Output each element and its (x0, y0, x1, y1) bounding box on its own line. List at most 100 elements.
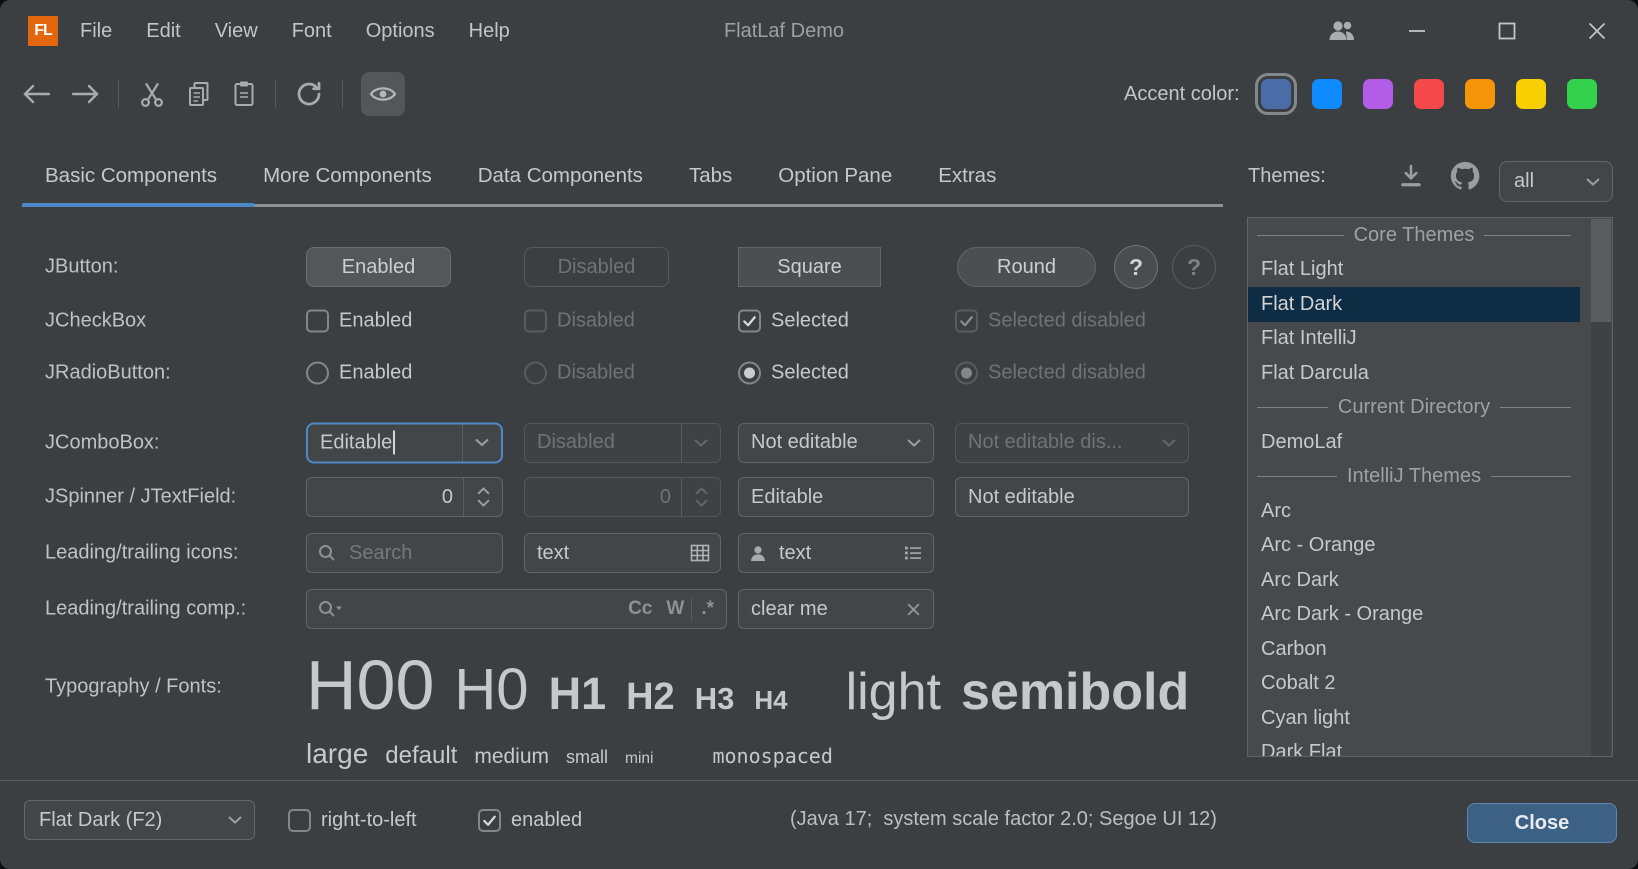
radio-circle (306, 362, 329, 385)
checkbox-box (288, 809, 311, 832)
theme-item-flat-intellij[interactable]: Flat IntelliJ (1248, 322, 1580, 357)
cut-button[interactable] (137, 79, 167, 109)
text-input[interactable] (767, 542, 903, 565)
close-button[interactable]: Close (1467, 803, 1617, 843)
laf-combobox[interactable]: Flat Dark (F2) (24, 800, 255, 840)
square-button[interactable]: Square (738, 247, 881, 287)
back-button[interactable] (22, 83, 52, 105)
accent-swatch-red[interactable] (1414, 79, 1444, 109)
search-input[interactable] (337, 542, 502, 565)
tab-tabs[interactable]: Tabs (666, 164, 755, 188)
toolbar-separator (342, 80, 343, 108)
spinner[interactable]: 0 (306, 477, 503, 517)
chevron-down-icon[interactable] (463, 438, 501, 448)
help-button[interactable]: ? (1114, 245, 1158, 289)
theme-item-flat-dark[interactable]: Flat Dark (1248, 287, 1580, 322)
radio-enabled[interactable]: Enabled (306, 362, 412, 385)
chevron-down-icon (1150, 438, 1188, 448)
theme-item-cyan-light[interactable]: Cyan light (1248, 701, 1580, 736)
tab-basic-components[interactable]: Basic Components (22, 164, 240, 188)
menu-font[interactable]: Font (292, 20, 332, 43)
accent-swatch-green[interactable] (1567, 79, 1597, 109)
tab-option-pane[interactable]: Option Pane (755, 164, 915, 188)
checkbox-selected[interactable]: Selected (738, 310, 849, 333)
theme-item-arc-orange[interactable]: Arc - Orange (1248, 529, 1580, 564)
text-field-user-list[interactable] (738, 533, 934, 573)
sample-monospaced: monospaced (712, 744, 832, 768)
themes-scrollbar[interactable] (1591, 219, 1611, 757)
tab-extras[interactable]: Extras (915, 164, 1019, 188)
theme-filter-combobox[interactable]: all (1499, 161, 1613, 202)
menu-options[interactable]: Options (366, 20, 435, 43)
paste-button[interactable] (231, 79, 257, 109)
leading-icons-label: Leading/trailing icons: (45, 542, 238, 565)
themes-scrollbar-thumb[interactable] (1591, 219, 1611, 322)
copy-button[interactable] (185, 79, 213, 109)
textfield-editable[interactable] (738, 477, 934, 517)
radio-selected[interactable]: Selected (738, 362, 849, 385)
theme-item-arc[interactable]: Arc (1248, 494, 1580, 529)
refresh-button[interactable] (294, 79, 324, 109)
accent-swatch-blue-muted[interactable] (1261, 79, 1291, 109)
accent-swatch-orange[interactable] (1465, 79, 1495, 109)
textfield-editable-input[interactable] (739, 486, 933, 509)
enabled-checkbox[interactable]: enabled (478, 800, 582, 840)
text-input[interactable] (525, 542, 690, 565)
rtl-checkbox[interactable]: right-to-left (288, 800, 417, 840)
show-hover-toggle-button[interactable] (361, 72, 405, 116)
sample-semibold: semibold (961, 662, 1189, 722)
menu-view[interactable]: View (215, 20, 258, 43)
round-button[interactable]: Round (957, 247, 1096, 287)
theme-item-carbon[interactable]: Carbon (1248, 632, 1580, 667)
combobox-editable[interactable]: Editable (306, 422, 503, 463)
combobox-not-editable[interactable]: Not editable (738, 423, 934, 463)
theme-item-dark-flat[interactable]: Dark Flat (1248, 736, 1580, 758)
theme-item-arc-dark[interactable]: Arc Dark (1248, 563, 1580, 598)
radio-disabled: Disabled (524, 362, 635, 385)
text-field-table[interactable] (524, 533, 721, 573)
theme-item-demolaf[interactable]: DemoLaf (1248, 425, 1580, 460)
theme-item-flat-darcula[interactable]: Flat Darcula (1248, 356, 1580, 391)
textfield-not-editable[interactable] (955, 477, 1189, 517)
maximize-button[interactable] (1490, 0, 1524, 62)
theme-item-flat-light[interactable]: Flat Light (1248, 253, 1580, 288)
checkbox-enabled[interactable]: Enabled (306, 310, 412, 333)
search-dropdown-icon[interactable] (307, 599, 343, 619)
leading-comp-row: Leading/trailing comp.: Cc W .* (0, 589, 1168, 629)
list-icon[interactable] (903, 544, 933, 562)
themes-list: Core Themes Flat Light Flat Dark Flat In… (1247, 217, 1613, 757)
whole-word-button[interactable]: W (659, 598, 691, 620)
minimize-button[interactable] (1400, 0, 1434, 62)
forward-button[interactable] (70, 83, 100, 105)
tab-data-components[interactable]: Data Components (455, 164, 666, 188)
accent-color-label: Accent color: (1124, 83, 1240, 106)
menu-file[interactable]: File (80, 20, 112, 43)
clearable-input[interactable] (739, 598, 906, 621)
enabled-button[interactable]: Enabled (306, 247, 451, 287)
accent-swatch-purple[interactable] (1363, 79, 1393, 109)
theme-item-cobalt-2[interactable]: Cobalt 2 (1248, 667, 1580, 702)
close-window-button[interactable] (1580, 0, 1614, 62)
users-button[interactable] (1325, 0, 1359, 62)
match-case-button[interactable]: Cc (621, 598, 659, 620)
search-with-options-input[interactable] (343, 598, 621, 621)
search-field[interactable] (306, 533, 503, 573)
minimize-icon (1407, 21, 1427, 41)
regex-button[interactable]: .* (692, 598, 726, 620)
download-theme-button[interactable] (1391, 156, 1431, 196)
menu-edit[interactable]: Edit (146, 20, 180, 43)
github-button[interactable] (1445, 156, 1485, 196)
spinner-arrows-icon[interactable] (464, 485, 502, 509)
search-field-with-options[interactable]: Cc W .* (306, 589, 727, 629)
menu-help[interactable]: Help (469, 20, 510, 43)
theme-item-arc-dark-orange[interactable]: Arc Dark - Orange (1248, 598, 1580, 633)
clear-x-icon[interactable] (906, 602, 933, 617)
clearable-field[interactable] (738, 589, 934, 629)
checkbox-selected-disabled: Selected disabled (955, 310, 1146, 333)
accent-swatch-blue[interactable] (1312, 79, 1342, 109)
download-icon (1397, 162, 1425, 190)
accent-swatch-yellow[interactable] (1516, 79, 1546, 109)
tab-more-components[interactable]: More Components (240, 164, 455, 188)
paste-icon (231, 79, 257, 109)
radio-dot (744, 368, 755, 379)
